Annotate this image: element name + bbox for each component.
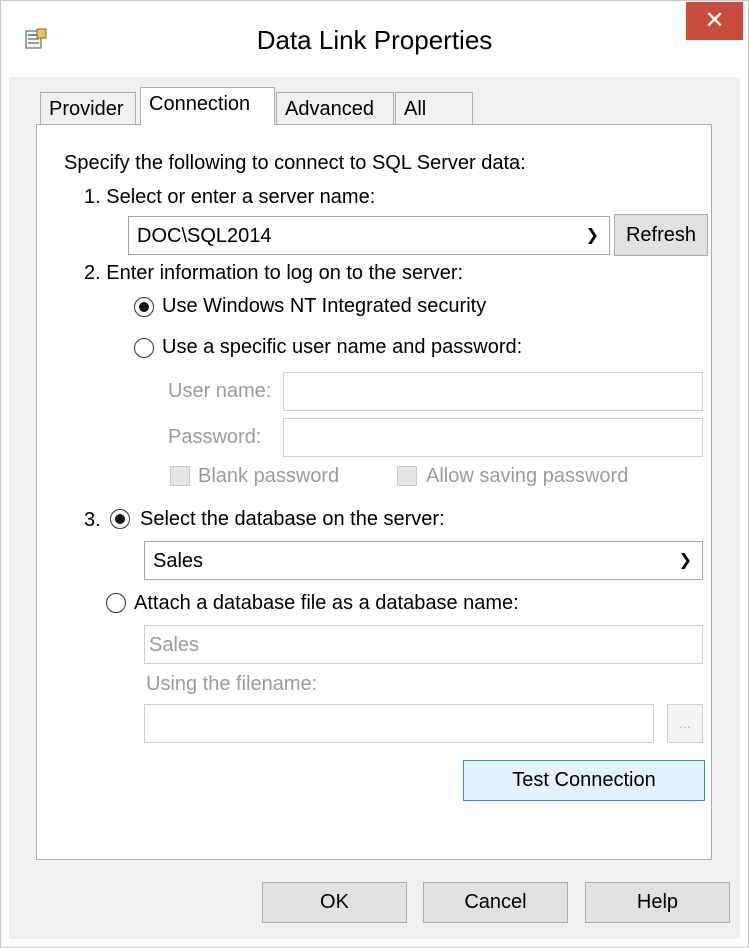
step3-prefix: 3. bbox=[84, 509, 101, 531]
allow-saving-password-checkbox[interactable] bbox=[397, 466, 417, 486]
title-bar: Data Link Properties ✕ bbox=[1, 1, 748, 77]
tab-connection[interactable]: Connection bbox=[140, 87, 275, 125]
radio-specific-user[interactable] bbox=[134, 338, 154, 358]
help-button[interactable]: Help bbox=[585, 882, 730, 923]
tab-all[interactable]: All bbox=[395, 92, 473, 124]
window-title: Data Link Properties bbox=[256, 25, 493, 55]
radio-select-database[interactable] bbox=[110, 509, 130, 529]
radio-specific-user-label[interactable]: Use a specific user name and password: bbox=[162, 336, 522, 359]
tab-label: Provider bbox=[49, 98, 124, 120]
browse-button-label: ... bbox=[679, 715, 691, 731]
using-filename-label: Using the filename: bbox=[146, 673, 318, 695]
filename-field[interactable] bbox=[144, 704, 654, 743]
radio-select-database-label[interactable]: Select the database on the server: bbox=[140, 508, 445, 531]
tab-provider[interactable]: Provider bbox=[40, 92, 136, 124]
browse-button[interactable]: ... bbox=[667, 704, 703, 743]
intro-text: Specify the following to connect to SQL … bbox=[64, 152, 526, 174]
cancel-button[interactable]: Cancel bbox=[423, 882, 568, 923]
password-label: Password: bbox=[168, 426, 262, 448]
step1-label: 1. Select or enter a server name: bbox=[84, 186, 376, 208]
radio-windows-security[interactable] bbox=[134, 297, 154, 317]
close-icon: ✕ bbox=[704, 7, 725, 34]
tab-label: Connection bbox=[149, 93, 251, 115]
refresh-button-label: Refresh bbox=[625, 224, 697, 246]
refresh-button[interactable]: Refresh bbox=[614, 214, 708, 256]
radio-windows-security-label[interactable]: Use Windows NT Integrated security bbox=[162, 295, 486, 318]
radio-attach-database-label[interactable]: Attach a database file as a database nam… bbox=[134, 592, 519, 615]
radio-attach-database[interactable] bbox=[106, 593, 126, 613]
close-button[interactable]: ✕ bbox=[686, 2, 743, 40]
database-combo[interactable]: Sales ❯ bbox=[144, 541, 703, 580]
test-connection-label: Test Connection bbox=[512, 769, 656, 791]
attach-database-name-value: Sales bbox=[149, 634, 200, 656]
username-label: User name: bbox=[168, 380, 272, 402]
chevron-down-icon[interactable]: ❯ bbox=[586, 217, 599, 255]
tab-label: All bbox=[404, 98, 427, 120]
username-field[interactable] bbox=[283, 372, 703, 411]
ok-button-label: OK bbox=[320, 891, 349, 913]
attach-database-name-field[interactable]: Sales bbox=[144, 625, 703, 664]
server-name-value: DOC\SQL2014 bbox=[137, 225, 272, 247]
allow-saving-password-label[interactable]: Allow saving password bbox=[426, 465, 628, 488]
tab-advanced[interactable]: Advanced bbox=[276, 92, 394, 124]
server-name-combo[interactable]: DOC\SQL2014 ❯ bbox=[128, 216, 610, 255]
step2-label: 2. Enter information to log on to the se… bbox=[84, 262, 464, 284]
tab-label: Advanced bbox=[285, 98, 374, 120]
blank-password-checkbox[interactable] bbox=[170, 466, 190, 486]
database-value: Sales bbox=[153, 550, 204, 572]
chevron-down-icon[interactable]: ❯ bbox=[679, 542, 692, 580]
blank-password-label[interactable]: Blank password bbox=[198, 465, 339, 488]
test-connection-button[interactable]: Test Connection bbox=[463, 760, 705, 801]
password-field[interactable] bbox=[283, 418, 703, 457]
ok-button[interactable]: OK bbox=[262, 882, 407, 923]
cancel-button-label: Cancel bbox=[464, 891, 527, 913]
help-button-label: Help bbox=[636, 891, 679, 913]
